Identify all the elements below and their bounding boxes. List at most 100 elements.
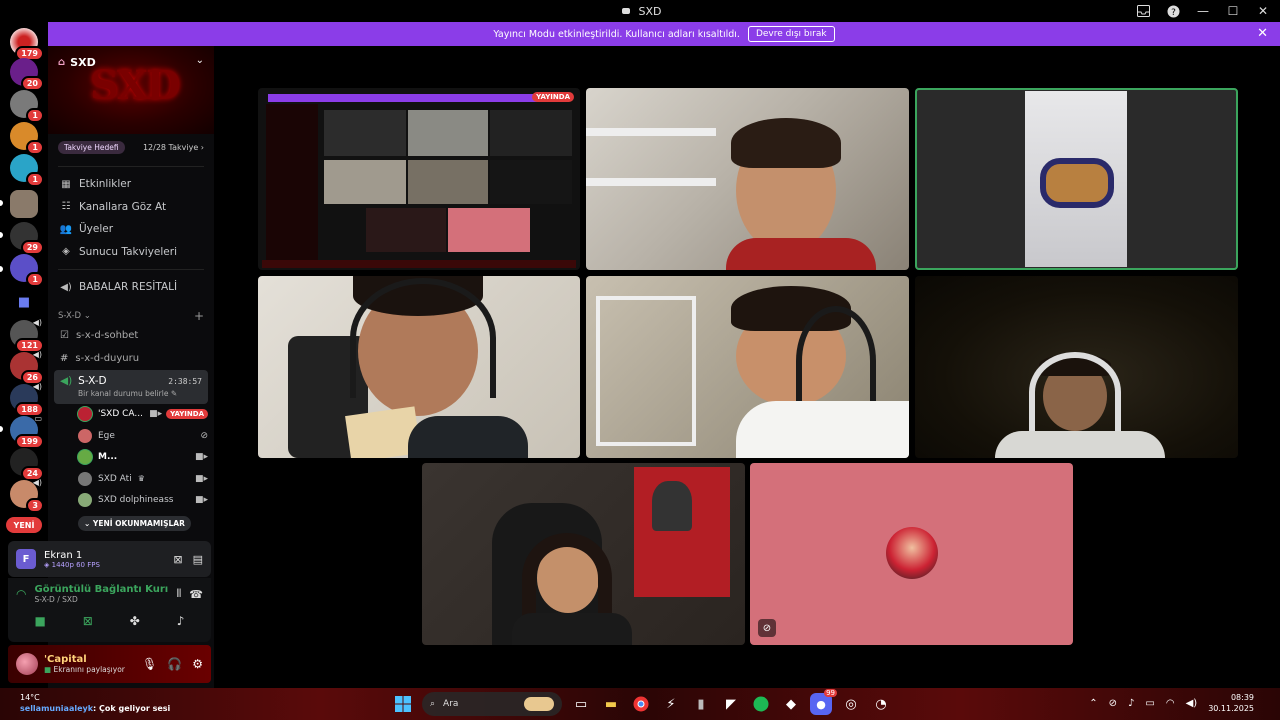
- camera-toggle-icon[interactable]: ■: [34, 614, 45, 628]
- server-icon[interactable]: ◀) 3: [10, 478, 44, 513]
- server-icon[interactable]: ◀) 121: [10, 318, 44, 353]
- close-icon[interactable]: ✕: [1257, 26, 1268, 41]
- video-tile-speaking[interactable]: [915, 88, 1238, 270]
- avatar[interactable]: [16, 653, 38, 675]
- display-icon[interactable]: ▭: [1145, 698, 1154, 709]
- add-channel-icon[interactable]: +: [194, 309, 204, 323]
- time: 08:39: [1230, 693, 1254, 702]
- video-tile[interactable]: [258, 276, 580, 458]
- taskbar-search[interactable]: ⌕ Ara: [422, 692, 562, 716]
- unread-badge: 199: [15, 434, 44, 449]
- video-tile[interactable]: [586, 88, 909, 270]
- settings-gear-icon[interactable]: ⚙: [192, 657, 203, 671]
- activities-icon[interactable]: ✤: [130, 614, 140, 628]
- soundboard-icon[interactable]: ♪: [177, 614, 185, 628]
- video-tile-avatar[interactable]: ⊘: [750, 463, 1073, 645]
- voice-user[interactable]: SXD Ati ♛ ■▸: [48, 468, 214, 490]
- folder-icon[interactable]: ■: [10, 288, 38, 316]
- chevron-down-icon[interactable]: ⌄: [196, 55, 204, 66]
- microphone-icon[interactable]: 🎙: [142, 657, 157, 671]
- inbox-icon[interactable]: [1136, 4, 1150, 18]
- category-header[interactable]: S-X-D ⌄ +: [48, 307, 214, 325]
- server-icon[interactable]: ◀) 26: [10, 350, 44, 385]
- app-icon[interactable]: ⚡: [660, 693, 682, 715]
- voice-user[interactable]: 'SXD CA... ■▸ YAYINDA: [48, 404, 214, 426]
- discord-taskbar-icon[interactable]: ● 99: [810, 689, 837, 715]
- server-icon[interactable]: 24: [10, 448, 44, 481]
- video-tile[interactable]: [915, 276, 1238, 458]
- app-icon[interactable]: ◤: [720, 693, 742, 715]
- noise-suppression-icon[interactable]: ⦀: [176, 587, 181, 601]
- stop-stream-icon[interactable]: ⊠: [173, 553, 182, 566]
- deafened-icon: ⊘: [200, 430, 208, 441]
- server-icon[interactable]: 1: [10, 154, 44, 187]
- app-icon[interactable]: ◔: [870, 693, 892, 715]
- server-icon[interactable]: ▭ 199: [10, 414, 44, 449]
- new-messages-pill[interactable]: YENİ: [6, 517, 42, 533]
- voice-user[interactable]: SXD dolphineass ■▸: [48, 490, 214, 512]
- server-icon[interactable]: [10, 190, 38, 218]
- server-icon[interactable]: 1: [10, 90, 44, 123]
- server-icon[interactable]: 20: [10, 58, 44, 91]
- video-tile[interactable]: [422, 463, 745, 645]
- volume-icon[interactable]: ◀): [1186, 698, 1198, 709]
- channel-status[interactable]: Bir kanal durumu belirle: [78, 389, 168, 398]
- app-icon[interactable]: ◆: [780, 693, 802, 715]
- close-window-icon[interactable]: ✕: [1256, 4, 1270, 18]
- browser-icon[interactable]: ◎: [840, 693, 862, 715]
- disconnect-icon[interactable]: ☎: [189, 588, 203, 601]
- minimize-icon[interactable]: —: [1196, 4, 1210, 18]
- video-tile[interactable]: [586, 276, 909, 458]
- dm-home-icon[interactable]: 179: [10, 28, 44, 61]
- server-icon[interactable]: 1: [10, 122, 44, 155]
- server-boosts-item[interactable]: ◈ Sunucu Takviyeleri: [48, 241, 214, 264]
- connection-status[interactable]: Görüntülü Bağlantı Kurı: [34, 584, 168, 595]
- chrome-icon[interactable]: [630, 693, 652, 715]
- boost-goal-label: Takviye Hedefi: [58, 140, 125, 154]
- screen-share-tile[interactable]: YAYINDA: [258, 88, 580, 270]
- members-item[interactable]: 👥 Üyeler: [48, 218, 214, 241]
- screen-share-toggle-icon[interactable]: ⊠: [83, 614, 93, 628]
- voice-user[interactable]: Ege ⊘: [48, 425, 214, 447]
- wifi-icon[interactable]: ◠: [1166, 698, 1175, 709]
- task-view-icon[interactable]: ▭: [570, 693, 592, 715]
- voice-channel-active[interactable]: ◀) S-X-D 2:38:57 Bir kanal durumu belirl…: [54, 369, 208, 404]
- app-icon[interactable]: ▮: [690, 693, 712, 715]
- server-icon[interactable]: 29: [10, 222, 44, 255]
- user-name: Ege: [98, 430, 115, 441]
- text-channel[interactable]: # s-x-d-duyuru: [48, 347, 214, 370]
- unread-messages-pill[interactable]: ⌄ YENİ OKUNMAMIŞLAR: [78, 516, 191, 531]
- server-icon[interactable]: 1: [10, 254, 44, 287]
- server-header[interactable]: SXD ⌂ SXD ⌄: [48, 46, 214, 134]
- disable-streamer-mode-button[interactable]: Devre dışı bırak: [747, 26, 835, 42]
- nested-video: [490, 110, 572, 156]
- boost-goal[interactable]: Takviye Hedefi 12/28 Takviye ›: [48, 134, 214, 160]
- browse-channels-item[interactable]: ☷ Kanallara Göz At: [48, 196, 214, 219]
- divider: [58, 269, 204, 270]
- events-item[interactable]: ▦ Etkinlikler: [48, 173, 214, 196]
- camera-icon: ■▸: [194, 473, 208, 484]
- stage-channel[interactable]: ◀) BABALAR RESİTALİ: [48, 276, 214, 299]
- spotify-icon[interactable]: [750, 693, 772, 715]
- help-icon[interactable]: ?: [1166, 4, 1180, 18]
- text-channel[interactable]: ☑ s-x-d-sohbet: [48, 325, 214, 348]
- voice-user[interactable]: M... ■▸: [48, 447, 214, 469]
- menu-label: Üyeler: [79, 223, 114, 236]
- file-explorer-icon[interactable]: ▬: [600, 693, 622, 715]
- maximize-icon[interactable]: ☐: [1226, 4, 1240, 18]
- weather-widget[interactable]: 14°C sellamuniaaleyk: Çok geliyor sesi: [20, 692, 170, 714]
- network-off-icon[interactable]: ⊘: [1109, 698, 1117, 709]
- unread-label: YENİ OKUNMAMIŞLAR: [92, 519, 185, 528]
- product-package: [1040, 158, 1114, 208]
- menu-label: Kanallara Göz At: [79, 200, 167, 213]
- server-icon[interactable]: ◀) 188: [10, 382, 44, 417]
- microphone-tray-icon[interactable]: ♪: [1128, 698, 1134, 709]
- headphones-icon[interactable]: 🎧: [167, 657, 182, 671]
- windows-start-icon[interactable]: [392, 693, 414, 715]
- voice-active-icon: ◀): [32, 382, 42, 391]
- stage-icon: ◀): [60, 281, 72, 293]
- svg-text:?: ?: [1171, 8, 1176, 18]
- chevron-up-icon[interactable]: ⌃: [1089, 698, 1097, 709]
- stream-settings-icon[interactable]: ▤: [193, 553, 203, 566]
- clock[interactable]: 08:39 30.11.2025: [1208, 692, 1254, 714]
